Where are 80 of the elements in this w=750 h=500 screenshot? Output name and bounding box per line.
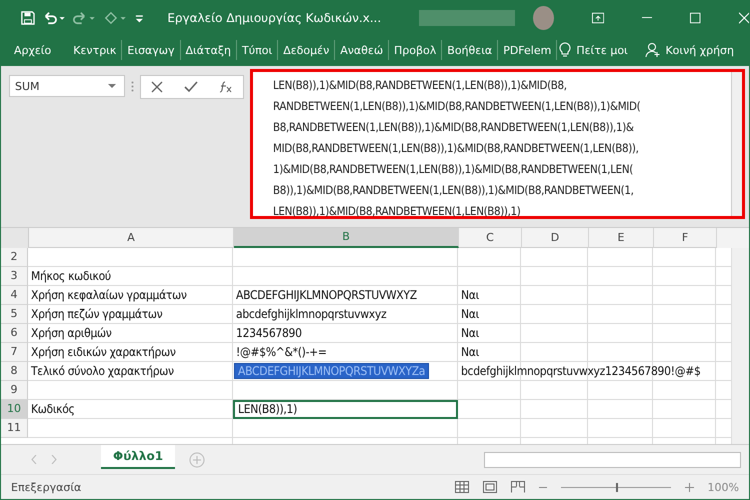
table-cell[interactable]: Ναι — [458, 307, 482, 322]
ribbon-tab[interactable]: Βοήθεια — [444, 44, 496, 57]
formula-line: RANDBETWEEN(1,LEN(B8)),1)&MID(B8,RANDBETWEEN(1,LEN(B8)),1)&MID( — [273, 98, 642, 116]
page-layout-icon[interactable] — [482, 481, 497, 494]
table-cell[interactable]: Ναι — [458, 288, 482, 302]
column-header[interactable]: C — [459, 228, 522, 248]
table-cell[interactable]: Χρήση αριθμών — [28, 326, 114, 340]
lightbulb-icon[interactable] — [559, 42, 572, 58]
formula-scrollbar[interactable] — [731, 72, 742, 216]
table-cell[interactable]: Ναι — [458, 345, 482, 360]
redo-icon[interactable] — [73, 10, 96, 26]
table-cell[interactable]: abcdefghijklmnopqrstuvwxyz — [233, 307, 390, 322]
sheet-tab[interactable]: Φύλλο1 — [101, 444, 176, 469]
zoom-thumb[interactable] — [616, 482, 618, 492]
close-icon[interactable] — [738, 12, 749, 24]
row-header[interactable]: 6 — [1, 324, 28, 343]
cancel-icon[interactable] — [151, 81, 164, 94]
ribbon-tab[interactable]: PDFelem — [500, 44, 554, 57]
vertical-scrollbar[interactable] — [731, 248, 749, 444]
table-cell[interactable]: Ναι — [458, 326, 482, 340]
status-mode: Επεξεργασία — [11, 480, 82, 494]
table-cell[interactable]: 1234567890 — [233, 326, 305, 340]
formula-line: LEN(B8)),1)&MID(B8,RANDBETWEEN(1,LEN(B8)),1) — [273, 203, 522, 220]
horizontal-scrollbar[interactable] — [484, 452, 741, 468]
brush-icon[interactable] — [104, 10, 127, 26]
table-cell[interactable]: ABCDEFGHIJKLMNOPQRSTUVWXYZ — [233, 288, 420, 302]
table-cell[interactable]: Χρήση πεζών γραμμάτων — [28, 307, 166, 322]
row-header[interactable]: 7 — [1, 342, 28, 362]
table-cell[interactable]: Κωδικός — [28, 402, 78, 416]
save-icon[interactable] — [21, 10, 35, 26]
tell-me-button[interactable]: Πείτε μοι — [573, 44, 631, 57]
ribbon-tab[interactable]: Κεντρικ — [70, 44, 120, 57]
name-box[interactable]: SUM — [9, 75, 125, 98]
function-icon[interactable] — [218, 81, 233, 94]
ribbon-tab[interactable]: Εισαγωγ — [124, 44, 178, 57]
maximize-icon[interactable] — [690, 12, 701, 24]
ribbon-tab[interactable]: Αρχείο — [11, 44, 54, 57]
grip-icon — [131, 81, 134, 92]
ribbon-tab[interactable]: Τύποι — [239, 44, 276, 57]
ribbon-tab[interactable]: Δεδομέν — [280, 44, 332, 57]
row-header[interactable]: 2 — [1, 248, 28, 267]
dropdown-icon — [108, 84, 116, 89]
page-break-icon[interactable] — [510, 481, 525, 494]
row-header[interactable]: 11 — [1, 418, 28, 438]
column-header[interactable]: B — [234, 228, 459, 248]
row-header[interactable]: 8 — [1, 362, 28, 381]
column-header[interactable]: A — [29, 228, 234, 248]
table-cell[interactable]: Μήκος κωδικού — [28, 269, 114, 284]
table-cell[interactable]: Τελικό σύνολο χαρακτήρων — [28, 364, 177, 378]
ribbon-display-icon[interactable] — [592, 12, 604, 24]
row-header[interactable]: 5 — [1, 304, 28, 324]
table-cell[interactable]: Χρήση ειδικών χαρακτήρων — [28, 345, 179, 360]
row-header[interactable]: 4 — [1, 286, 28, 305]
table-cell[interactable]: bcdefghijklmnopqrstuvwxyz1234567890!@#$ — [458, 364, 704, 378]
formula-line: B8)),1)&MID(B8,RANDBETWEEN(1,LEN(B8)),1)&MID(B8,RANDBETWEEN(1, — [273, 182, 635, 200]
table-cell[interactable]: LEN(B8)),1) — [233, 400, 458, 419]
share-button[interactable]: Κοινή χρήση — [642, 42, 737, 58]
row-header[interactable]: 10 — [1, 400, 28, 419]
zoom-in-icon[interactable] — [684, 482, 694, 492]
normal-view-icon[interactable] — [454, 481, 469, 494]
table-cell[interactable]: Χρήση κεφαλαίων γραμμάτων — [28, 288, 190, 302]
ribbon-tab[interactable]: Προβολ — [391, 44, 440, 57]
table-cell[interactable]: !@#$%^&*()-+= — [233, 345, 330, 360]
column-header[interactable]: F — [654, 228, 717, 248]
minimize-icon[interactable] — [642, 16, 652, 19]
person-add-icon — [645, 42, 662, 58]
formula-line: MID(B8,RANDBETWEEN(1,LEN(B8)),1)&MID(B8,RANDBETWEEN(1,LEN(B8)), — [273, 140, 640, 158]
window-title: Εργαλείο Δημιουργίας Κωδικών.x... — [167, 10, 382, 25]
checkmark-icon[interactable] — [184, 81, 198, 94]
formula-line: 1)&MID(B8,RANDBETWEEN(1,LEN(B8)),1)&MID(B8,RANDBETWEEN(1,LEN( — [273, 161, 634, 178]
formula-line: B8,RANDBETWEEN(1,LEN(B8)),1)&MID(B8,RANDBETWEEN(1,LEN(B8)),1)& — [273, 119, 635, 136]
column-header[interactable]: E — [589, 228, 654, 248]
undo-icon[interactable] — [42, 10, 66, 26]
column-header[interactable]: D — [522, 228, 589, 248]
formula-line: LEN(B8)),1)&MID(B8,RANDBETWEEN(1,LEN(B8)),1)&MID(B8, — [273, 77, 568, 94]
ribbon-tab[interactable]: Αναθεώ — [337, 44, 386, 57]
row-header[interactable]: 3 — [1, 266, 28, 286]
row-header[interactable]: 9 — [1, 380, 28, 400]
ribbon-tab[interactable]: Διάταξη — [182, 44, 234, 57]
formula-field[interactable] — [250, 69, 745, 220]
